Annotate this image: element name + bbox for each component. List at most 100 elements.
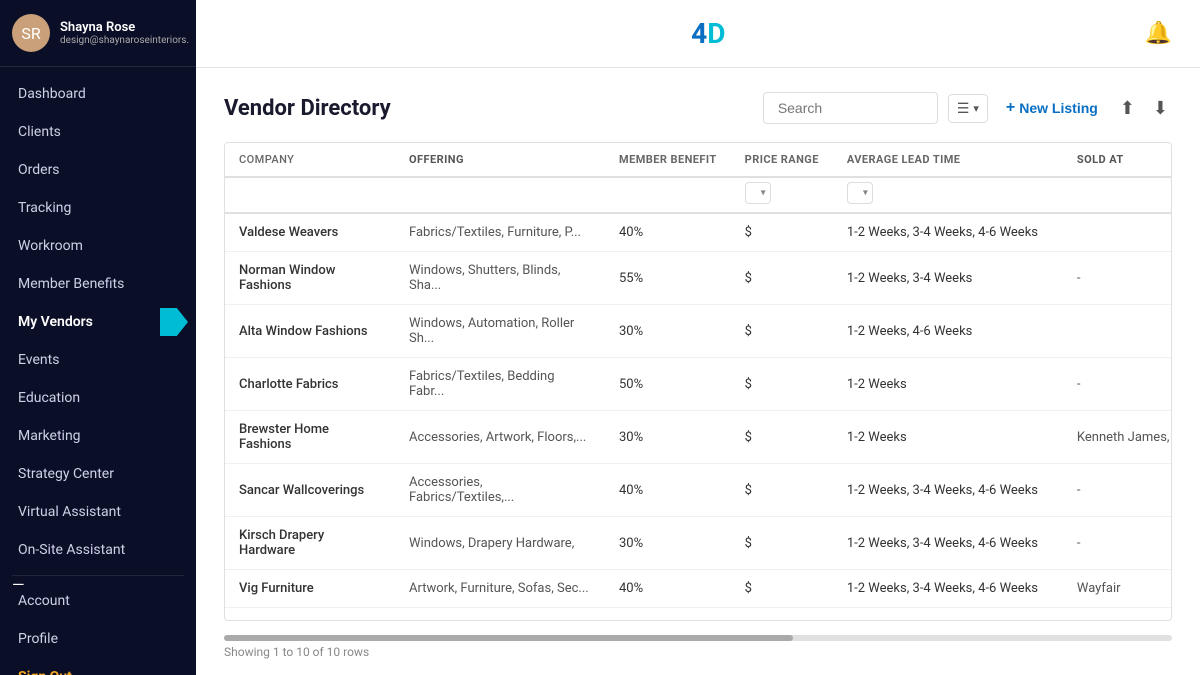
- cell-price-range: $: [731, 570, 833, 608]
- logo-4: 4: [691, 17, 707, 50]
- cell-lead-time: 1-2 Weeks: [833, 411, 1063, 464]
- table-row[interactable]: Brewster Home Fashions Accessories, Artw…: [225, 411, 1172, 464]
- new-listing-button[interactable]: + New Listing: [998, 94, 1106, 122]
- cell-company: Alta Window Fashions: [225, 305, 395, 358]
- sidebar-nav: Dashboard Clients Orders Tracking Workro…: [0, 67, 196, 675]
- sidebar-divider: —: [12, 575, 184, 576]
- cell-lead-time: 1-2 Weeks, 3-4 Weeks, 4-6 Weeks: [833, 608, 1063, 622]
- sidebar-item-profile[interactable]: Profile: [0, 620, 196, 658]
- table-row[interactable]: Norman Window Fashions Windows, Shutters…: [225, 252, 1172, 305]
- sidebar-item-virtual-assistant[interactable]: Virtual Assistant: [0, 493, 196, 531]
- price-filter-select[interactable]: [745, 182, 771, 204]
- vendor-table-wrapper: COMPANY OFFERING MEMBER BENEFIT PRICE RA…: [224, 142, 1172, 621]
- table-row[interactable]: Sancar Wallcoverings Accessories, Fabric…: [225, 464, 1172, 517]
- cell-price-range: $$: [731, 608, 833, 622]
- filter-lead[interactable]: [833, 177, 1063, 213]
- filter-price[interactable]: [731, 177, 833, 213]
- table-header-row: COMPANY OFFERING MEMBER BENEFIT PRICE RA…: [225, 143, 1172, 177]
- table-row[interactable]: Charlotte Fabrics Fabrics/Textiles, Bedd…: [225, 358, 1172, 411]
- cell-sold-at: Wayfair: [1063, 570, 1172, 608]
- sidebar-item-on-site-assistant[interactable]: On-Site Assistant: [0, 531, 196, 569]
- cell-member-benefit: 30%: [605, 305, 731, 358]
- cell-company: Dovetail: [225, 608, 395, 622]
- sidebar: SR Shayna Rose design@shaynaroseinterior…: [0, 0, 196, 675]
- chevron-down-icon: ▾: [973, 102, 979, 115]
- table-row[interactable]: Vig Furniture Artwork, Furniture, Sofas,…: [225, 570, 1172, 608]
- cell-offering: Windows, Drapery Hardware,: [395, 517, 605, 570]
- cell-lead-time: 1-2 Weeks, 4-6 Weeks: [833, 305, 1063, 358]
- content-area: Vendor Directory ☰ ▾ + New Listing ⬆ ⬇: [196, 68, 1200, 675]
- cell-sold-at: [1063, 305, 1172, 358]
- cell-price-range: $: [731, 517, 833, 570]
- table-filter-row: [225, 177, 1172, 213]
- cell-offering: Fabrics/Textiles, Furniture, P...: [395, 213, 605, 252]
- sidebar-item-my-vendors[interactable]: My Vendors: [0, 303, 196, 341]
- sidebar-item-sign-out[interactable]: Sign Out: [0, 658, 196, 675]
- sidebar-item-member-benefits[interactable]: Member Benefits: [0, 265, 196, 303]
- cell-member-benefit: 30%: [605, 411, 731, 464]
- sidebar-item-account[interactable]: Account: [0, 582, 196, 620]
- download-button[interactable]: ⬇: [1149, 94, 1172, 123]
- cell-lead-time: 1-2 Weeks: [833, 358, 1063, 411]
- cell-lead-time: 1-2 Weeks, 3-4 Weeks, 4-6 Weeks: [833, 517, 1063, 570]
- cell-member-benefit: 30%: [605, 517, 731, 570]
- table-row-count: Showing 1 to 10 of 10 rows: [224, 645, 369, 659]
- cell-offering: Accessories, Fabrics/Textiles,...: [395, 464, 605, 517]
- scrollbar-track[interactable]: [224, 635, 1172, 641]
- cell-price-range: $: [731, 358, 833, 411]
- toolbar: ☰ ▾ + New Listing ⬆ ⬇: [763, 92, 1172, 124]
- cell-sold-at: [1063, 608, 1172, 622]
- cell-member-benefit: 40%: [605, 608, 731, 622]
- new-listing-label: New Listing: [1019, 100, 1098, 116]
- cell-company: Valdese Weavers: [225, 213, 395, 252]
- sidebar-item-orders[interactable]: Orders: [0, 151, 196, 189]
- col-header-company: COMPANY: [225, 143, 395, 177]
- cell-price-range: $: [731, 213, 833, 252]
- cell-member-benefit: 40%: [605, 464, 731, 517]
- cell-sold-at: -: [1063, 252, 1172, 305]
- cell-sold-at: Kenneth James, I: [1063, 411, 1172, 464]
- sidebar-item-tracking[interactable]: Tracking: [0, 189, 196, 227]
- sidebar-item-clients[interactable]: Clients: [0, 113, 196, 151]
- col-header-member: MEMBER BENEFIT: [605, 143, 731, 177]
- logo: 4D: [691, 17, 725, 50]
- cell-offering: Accessories, Artwork, Floors,...: [395, 411, 605, 464]
- cell-company: Vig Furniture: [225, 570, 395, 608]
- sidebar-profile[interactable]: SR Shayna Rose design@shaynaroseinterior…: [0, 0, 196, 67]
- plus-icon: +: [1006, 99, 1015, 117]
- lead-time-filter-select[interactable]: [847, 182, 873, 204]
- table-row[interactable]: Alta Window Fashions Windows, Automation…: [225, 305, 1172, 358]
- cell-member-benefit: 40%: [605, 213, 731, 252]
- col-header-price: PRICE RANGE: [731, 143, 833, 177]
- cell-lead-time: 1-2 Weeks, 3-4 Weeks, 4-6 Weeks: [833, 213, 1063, 252]
- sidebar-username: Shayna Rose: [60, 20, 189, 35]
- avatar: SR: [12, 14, 50, 52]
- table-footer: Showing 1 to 10 of 10 rows: [224, 621, 1172, 663]
- page-title: Vendor Directory: [224, 96, 391, 121]
- upload-button[interactable]: ⬆: [1116, 94, 1139, 123]
- table-row[interactable]: Dovetail Accessories, Artwork, Furnitur.…: [225, 608, 1172, 622]
- filter-company: [225, 177, 395, 213]
- sidebar-item-marketing[interactable]: Marketing: [0, 417, 196, 455]
- scrollbar-thumb: [224, 635, 793, 641]
- sidebar-item-strategy-center[interactable]: Strategy Center: [0, 455, 196, 493]
- sidebar-email: design@shaynaroseinteriors.: [60, 35, 189, 46]
- cell-price-range: $: [731, 305, 833, 358]
- sidebar-item-events[interactable]: Events: [0, 341, 196, 379]
- view-toggle-button[interactable]: ☰ ▾: [948, 94, 988, 123]
- bell-icon[interactable]: 🔔: [1145, 21, 1172, 46]
- cell-offering: Accessories, Artwork, Furnitur...: [395, 608, 605, 622]
- table-row[interactable]: Valdese Weavers Fabrics/Textiles, Furnit…: [225, 213, 1172, 252]
- filter-member: [605, 177, 731, 213]
- sidebar-item-dashboard[interactable]: Dashboard: [0, 75, 196, 113]
- logo-d: D: [707, 17, 725, 50]
- table-row[interactable]: Kirsch Drapery Hardware Windows, Drapery…: [225, 517, 1172, 570]
- col-header-sold: SOLD AT: [1063, 143, 1172, 177]
- cell-offering: Artwork, Furniture, Sofas, Sec...: [395, 570, 605, 608]
- search-input[interactable]: [763, 92, 938, 124]
- vendor-table: COMPANY OFFERING MEMBER BENEFIT PRICE RA…: [225, 143, 1172, 621]
- sidebar-item-workroom[interactable]: Workroom: [0, 227, 196, 265]
- cell-company: Sancar Wallcoverings: [225, 464, 395, 517]
- sidebar-item-education[interactable]: Education: [0, 379, 196, 417]
- cell-offering: Fabrics/Textiles, Bedding Fabr...: [395, 358, 605, 411]
